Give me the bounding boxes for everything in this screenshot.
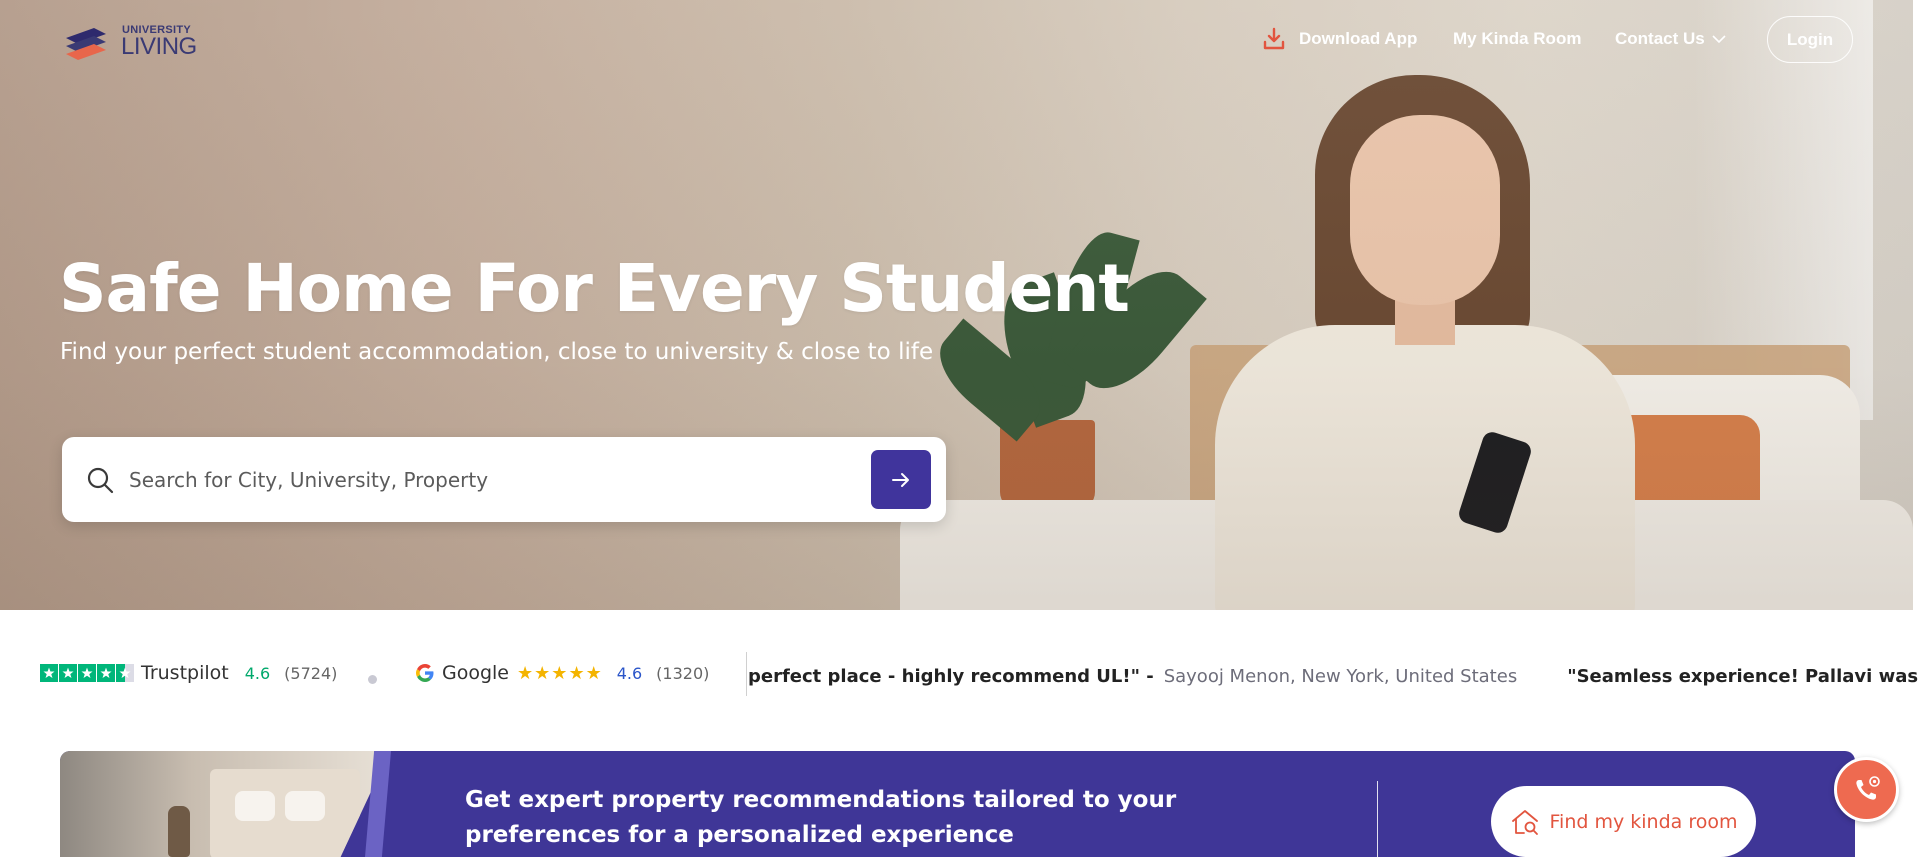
star-icon: ★: [568, 662, 585, 684]
hero-subtitle: Find your perfect student accommodation,…: [60, 339, 934, 365]
find-my-kinda-room-button[interactable]: Find my kinda room: [1491, 786, 1756, 857]
testimonial-quote: perfect place - highly recommend UL!" -: [748, 665, 1154, 687]
contact-us-label: Contact Us: [1615, 29, 1705, 48]
testimonial-author: Sayooj Menon, New York, United States: [1163, 665, 1518, 687]
google-count: (1320): [656, 663, 710, 683]
login-label: Login: [1786, 29, 1834, 49]
trustpilot-rating[interactable]: Trustpilot 4.6 (5724): [40, 662, 337, 684]
google-score: 4.6: [616, 663, 643, 683]
logo-book-icon: [66, 28, 106, 60]
chevron-down-icon: [1712, 35, 1726, 44]
separator-dot: [368, 675, 377, 684]
star-icon: [97, 664, 115, 682]
reviews-strip: Trustpilot 4.6 (5724) Google ★ ★ ★ ★ ★ 4…: [0, 640, 1920, 710]
my-kinda-room-label: My Kinda Room: [1453, 29, 1582, 48]
star-icon: ★: [534, 662, 551, 684]
house-search-icon: [1511, 809, 1538, 835]
star-icon: [40, 664, 58, 682]
find-my-kinda-room-label: Find my kinda room: [1549, 810, 1738, 833]
logo-text-main: LIVING: [121, 33, 197, 60]
half-star-icon: [116, 664, 134, 682]
hero-title: Safe Home For Every Student: [59, 250, 1130, 327]
star-icon: [59, 664, 77, 682]
arrow-right-icon: [892, 472, 909, 487]
promo-banner: Get expert property recommendations tail…: [60, 751, 1855, 857]
university-living-logo[interactable]: UNIVERSITY LIVING: [64, 20, 214, 62]
call-button[interactable]: [1834, 757, 1899, 822]
google-stars: ★ ★ ★ ★ ★: [517, 663, 603, 684]
bedroom-image: [60, 751, 390, 857]
star-icon: ★: [551, 662, 568, 684]
reviews-divider: [746, 652, 747, 696]
promo-text: Get expert property recommendations tail…: [465, 787, 1177, 848]
trustpilot-stars: [40, 664, 135, 682]
google-name: Google: [442, 662, 510, 684]
google-rating[interactable]: Google ★ ★ ★ ★ ★ 4.6 (1320): [414, 662, 709, 684]
search-icon: [87, 467, 114, 494]
search-input[interactable]: [129, 459, 729, 501]
trustpilot-name: Trustpilot: [141, 662, 229, 684]
star-icon: ★: [585, 662, 602, 684]
phone-call-icon: [1855, 775, 1880, 800]
download-icon: [1263, 27, 1285, 50]
download-app-link[interactable]: Download App: [1262, 0, 1417, 78]
google-icon: [416, 664, 434, 682]
testimonial-ticker: perfect place - highly recommend UL!" - …: [748, 658, 1920, 694]
download-app-label: Download App: [1299, 29, 1418, 48]
trustpilot-count: (5724): [284, 663, 338, 683]
star-icon: [78, 664, 96, 682]
login-button[interactable]: Login: [1767, 16, 1853, 63]
star-icon: ★: [517, 662, 534, 684]
trustpilot-score: 4.6: [244, 663, 271, 683]
contact-us-dropdown[interactable]: Contact Us: [1615, 0, 1726, 78]
my-kinda-room-link[interactable]: My Kinda Room: [1453, 0, 1581, 78]
search-submit-button[interactable]: [871, 450, 931, 509]
testimonial-quote: "Seamless experience! Pallavi was super: [1567, 665, 1920, 687]
promo-divider: [1377, 781, 1378, 857]
search-bar: [62, 437, 946, 522]
